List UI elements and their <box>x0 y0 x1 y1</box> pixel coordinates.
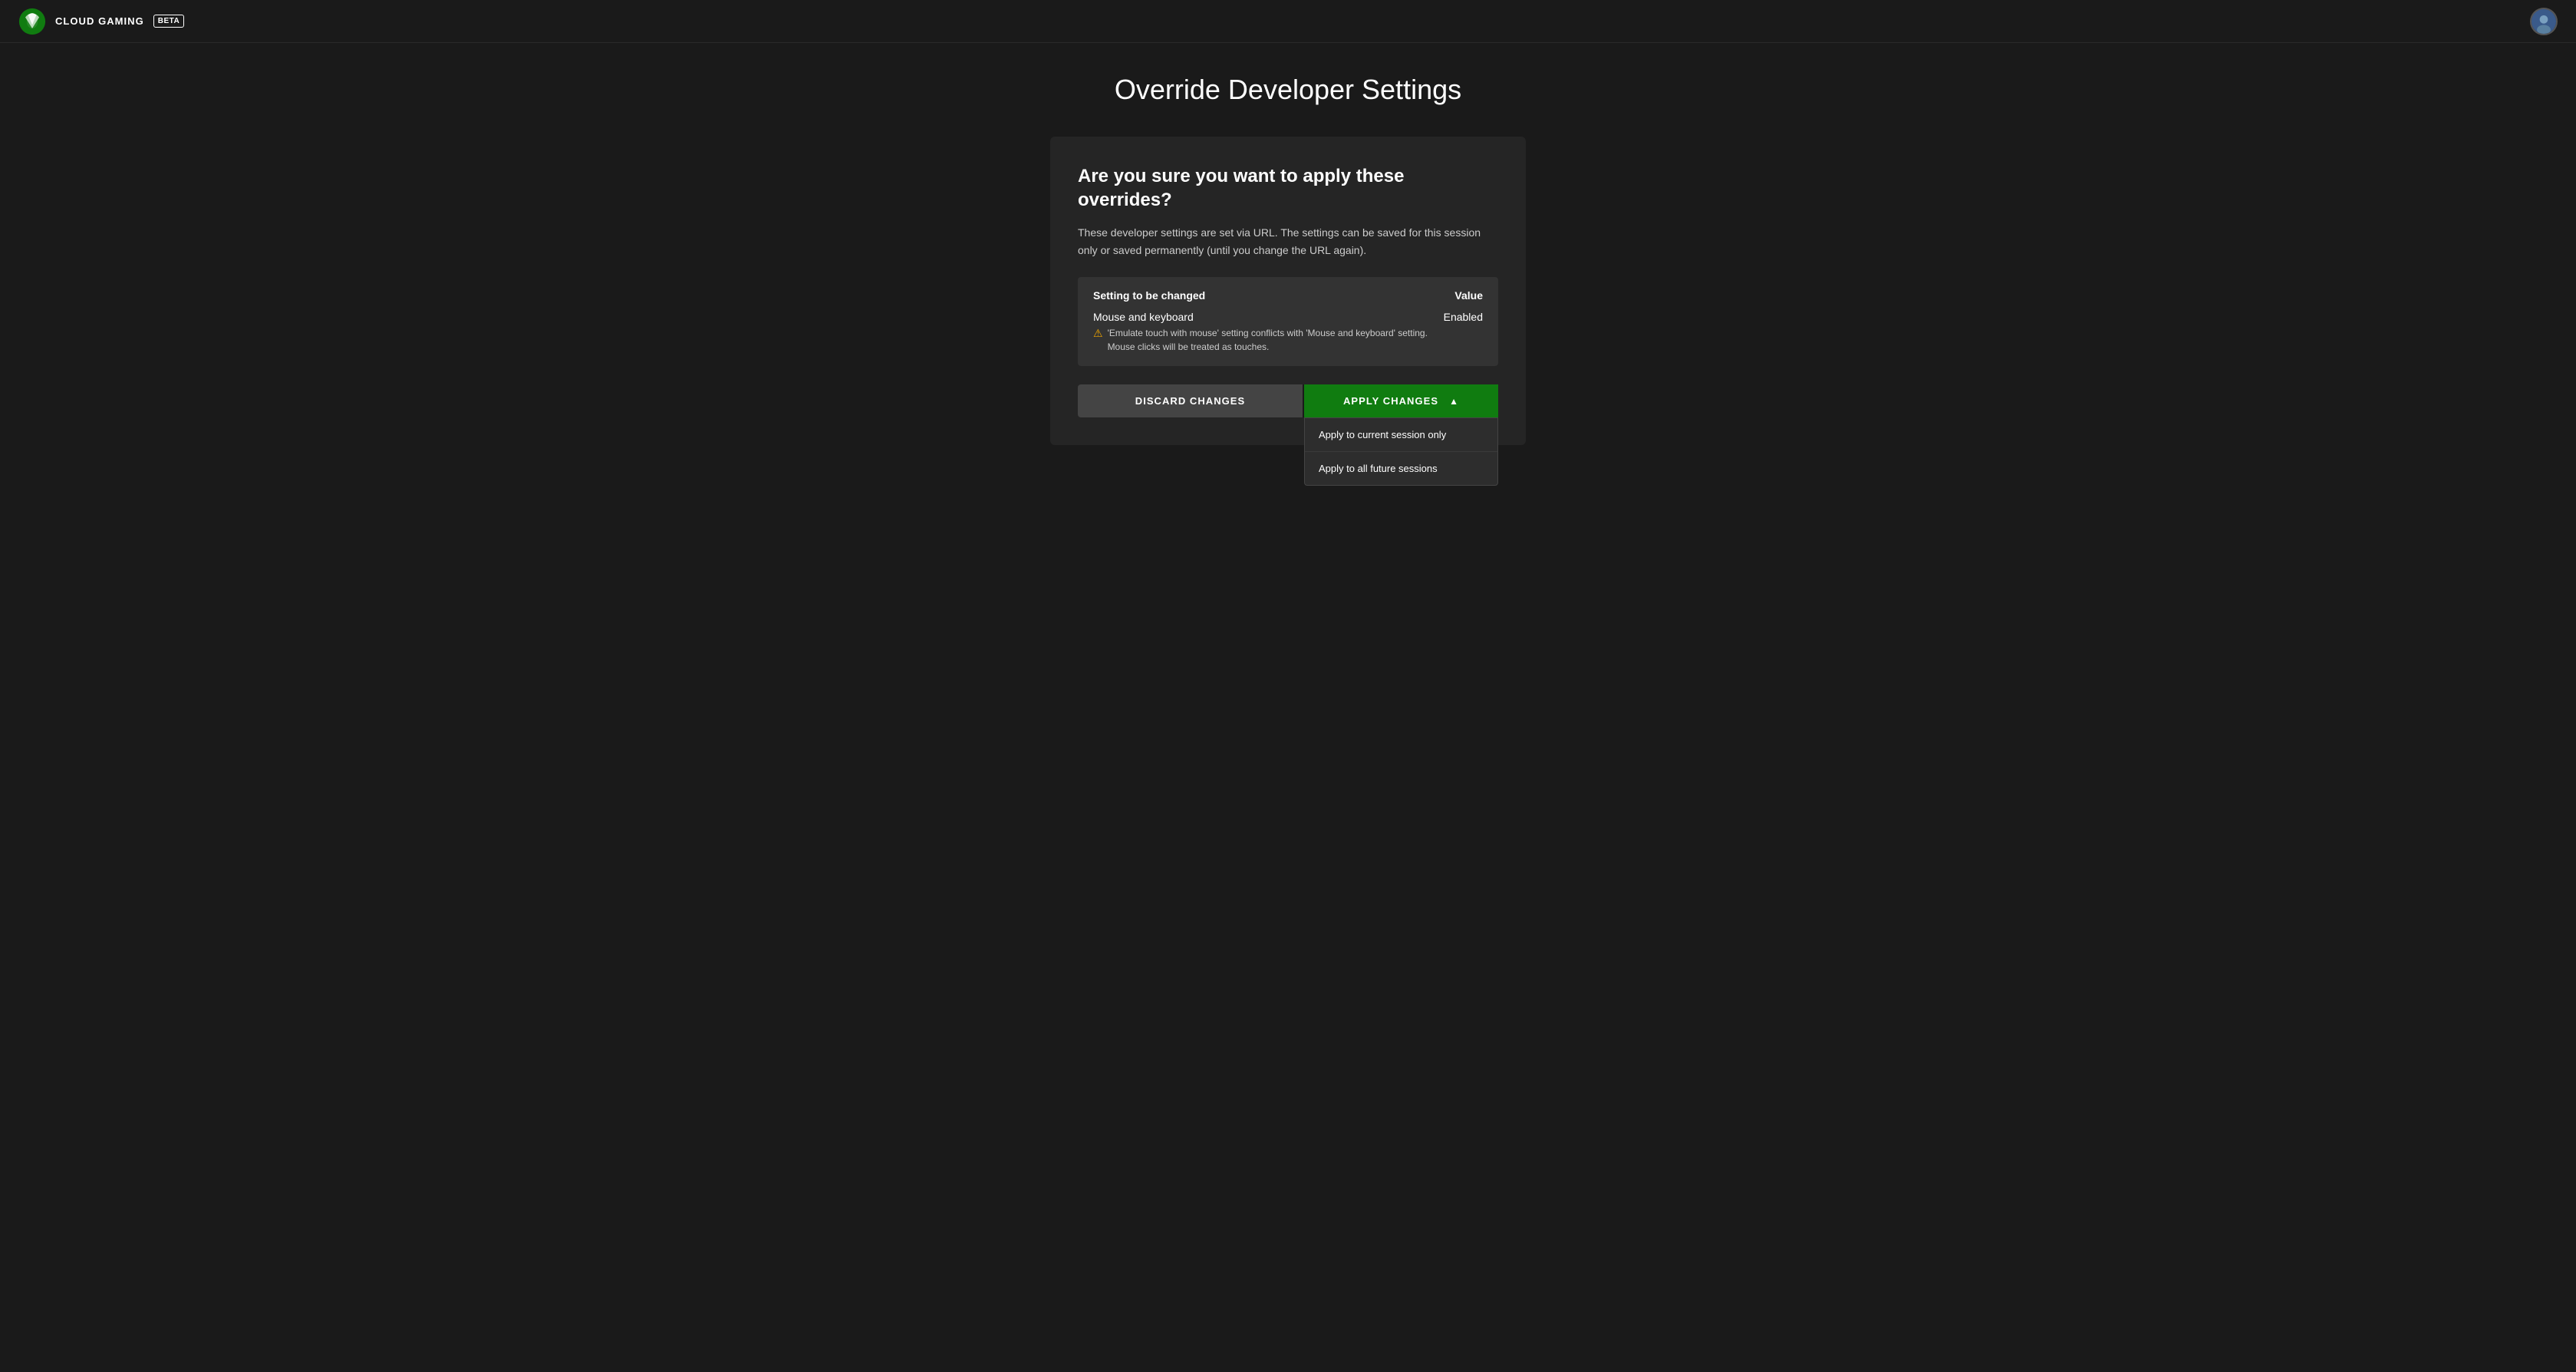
warning-icon: ⚠ <box>1093 327 1103 340</box>
apply-button-group: APPLY CHANGES ▲ Apply to current session… <box>1304 384 1498 417</box>
beta-badge: BETA <box>153 15 184 28</box>
table-row: Mouse and keyboard ⚠ 'Emulate touch with… <box>1093 311 1483 354</box>
brand-label: CLOUD GAMING <box>55 15 144 27</box>
main-content: Override Developer Settings Are you sure… <box>0 43 2576 1372</box>
navbar-left: CLOUD GAMING BETA <box>18 8 184 35</box>
col-value-label: Value <box>1454 289 1483 302</box>
actions-row: DISCARD CHANGES APPLY CHANGES ▲ Apply to… <box>1078 384 1498 445</box>
apply-current-session-option[interactable]: Apply to current session only <box>1305 418 1497 451</box>
apply-button-label: APPLY CHANGES <box>1343 395 1438 407</box>
apply-button[interactable]: APPLY CHANGES ▲ <box>1304 384 1498 417</box>
chevron-up-icon: ▲ <box>1449 396 1459 407</box>
apply-dropdown-menu: Apply to current session only Apply to a… <box>1304 417 1498 486</box>
dialog-description: These developer settings are set via URL… <box>1078 224 1498 259</box>
settings-table-header: Setting to be changed Value <box>1093 289 1483 302</box>
discard-button[interactable]: DISCARD CHANGES <box>1078 384 1303 417</box>
navbar: CLOUD GAMING BETA <box>0 0 2576 43</box>
dialog-heading: Are you sure you want to apply these ove… <box>1078 164 1498 212</box>
apply-future-sessions-option[interactable]: Apply to all future sessions <box>1305 451 1497 485</box>
settings-row-left: Mouse and keyboard ⚠ 'Emulate touch with… <box>1093 311 1428 354</box>
setting-value: Enabled <box>1444 311 1483 323</box>
warning-text: 'Emulate touch with mouse' setting confl… <box>1108 326 1428 354</box>
settings-warning: ⚠ 'Emulate touch with mouse' setting con… <box>1093 326 1428 354</box>
col-setting-label: Setting to be changed <box>1093 289 1205 302</box>
avatar[interactable] <box>2530 8 2558 35</box>
page-title: Override Developer Settings <box>1115 74 1461 106</box>
xbox-logo-icon[interactable] <box>18 8 46 35</box>
settings-table: Setting to be changed Value Mouse and ke… <box>1078 277 1498 366</box>
setting-name: Mouse and keyboard <box>1093 311 1428 323</box>
dialog-card: Are you sure you want to apply these ove… <box>1050 137 1526 445</box>
